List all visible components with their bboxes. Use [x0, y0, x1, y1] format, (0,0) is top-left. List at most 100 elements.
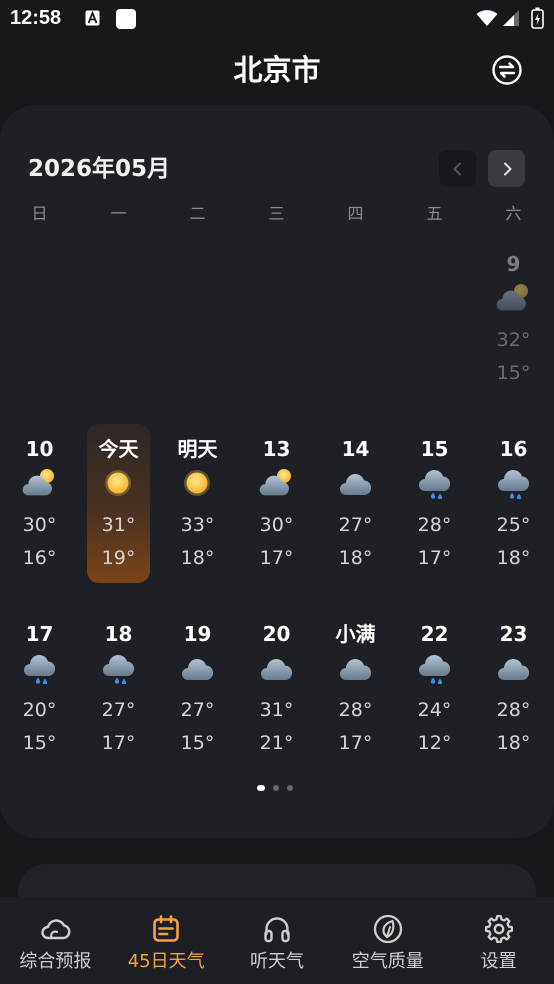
high-temp: 30°: [22, 514, 57, 536]
high-temp: 28°: [496, 699, 531, 721]
low-temp: 19°: [101, 547, 136, 569]
sun-icon: [105, 470, 131, 496]
wifi-icon: [476, 10, 498, 26]
day-cell[interactable]: 15 28° 17°: [395, 424, 474, 609]
day-label: 19: [183, 622, 212, 646]
rain-icon: [419, 654, 451, 684]
low-temp: 18°: [496, 732, 531, 754]
low-temp: 18°: [180, 547, 215, 569]
cloud-icon: [340, 658, 372, 680]
day-cell[interactable]: 14 27° 18°: [316, 424, 395, 609]
rain-icon: [498, 469, 530, 499]
weekday-fri: 五: [426, 204, 443, 223]
next-month-button[interactable]: [488, 150, 525, 187]
rain-icon: [103, 654, 135, 684]
nav-item-45day[interactable]: 45日天气: [111, 897, 222, 984]
bottom-nav: 综合预报 45日天气 听天气 空气质量 设置: [0, 897, 554, 984]
day-cell[interactable]: 19 27° 15°: [158, 609, 237, 794]
low-temp: 17°: [259, 547, 294, 569]
day-cell[interactable]: 16 25° 18°: [474, 424, 553, 609]
weekday-tue: 二: [189, 204, 206, 223]
day-label: 20: [262, 622, 291, 646]
day-cell[interactable]: 22 24° 12°: [395, 609, 474, 794]
high-temp: 31°: [101, 514, 136, 536]
status-bar: 12:58: [0, 0, 554, 38]
calendar-icon: [153, 915, 179, 942]
week-row: 9 32° 15°: [0, 239, 553, 424]
high-temp: 24°: [417, 699, 452, 721]
app-square-icon: [116, 9, 136, 29]
high-temp: 28°: [417, 514, 452, 536]
battery-icon: [531, 7, 544, 29]
gear-icon: [484, 914, 513, 944]
low-temp: 18°: [496, 547, 531, 569]
high-temp: 33°: [180, 514, 215, 536]
page-dot-active: [257, 785, 265, 791]
empty-day-cell: [79, 239, 158, 424]
weekday-sun: 日: [31, 204, 48, 223]
city-title: 北京市: [233, 53, 321, 87]
chevron-left-icon: [453, 162, 461, 175]
cloud-icon: [182, 658, 214, 680]
leaf-icon: [373, 914, 402, 944]
day-cell[interactable]: 明天 33° 18°: [158, 424, 237, 609]
high-temp: 30°: [259, 514, 294, 536]
high-temp: 27°: [338, 514, 373, 536]
high-temp: 28°: [338, 699, 373, 721]
low-temp: 15°: [180, 732, 215, 754]
high-temp: 27°: [180, 699, 215, 721]
day-label: 10: [25, 437, 54, 461]
week-row: 17 20° 15° 18 27° 17° 19 27° 15° 20 31° 21° 小满 28° 17°…: [0, 609, 553, 794]
nav-label: 综合预报: [19, 951, 92, 972]
day-label: 14: [341, 437, 370, 461]
nav-label: 设置: [480, 951, 517, 972]
day-label: 16: [499, 437, 528, 461]
day-label: 17: [25, 622, 54, 646]
switch-city-icon[interactable]: [491, 54, 523, 86]
day-cell-today[interactable]: 今天 31° 19°: [79, 424, 158, 609]
high-temp: 31°: [259, 699, 294, 721]
low-temp: 17°: [417, 547, 452, 569]
week-row: 10 30° 16° 今天 31° 19° 明天 33° 18° 13 30° 17° 14 27° 18°…: [0, 424, 553, 609]
nav-label: 45日天气: [127, 951, 205, 972]
day-label: 23: [499, 622, 528, 646]
day-cell[interactable]: 17 20° 15°: [0, 609, 79, 794]
weekday-header: 日 一 二 三 四 五 六: [0, 203, 553, 225]
page-indicator: [257, 785, 293, 791]
day-label: 22: [420, 622, 449, 646]
cloud-icon: [340, 473, 372, 495]
day-cell[interactable]: 10 30° 16°: [0, 424, 79, 609]
high-temp: 32°: [496, 329, 531, 351]
nav-item-settings[interactable]: 设置: [443, 897, 554, 984]
day-cell[interactable]: 18 27° 17°: [79, 609, 158, 794]
cloud-outline-icon: [41, 919, 71, 940]
rain-icon: [24, 654, 56, 684]
cloud-icon: [261, 658, 293, 680]
sun-icon: [184, 470, 210, 496]
high-temp: 27°: [101, 699, 136, 721]
day-cell[interactable]: 9 32° 15°: [474, 239, 553, 424]
day-cell[interactable]: 小满 28° 17°: [316, 609, 395, 794]
low-temp: 16°: [22, 547, 57, 569]
day-label: 明天: [177, 437, 218, 461]
partly-cloudy-icon: [22, 469, 54, 496]
day-label: 小满: [335, 622, 376, 646]
day-cell[interactable]: 23 28° 18°: [474, 609, 553, 794]
text-a-icon: [85, 10, 100, 26]
empty-day-cell: [0, 239, 79, 424]
nav-item-air-quality[interactable]: 空气质量: [332, 897, 443, 984]
nav-item-listen[interactable]: 听天气: [222, 897, 333, 984]
partly-cloudy-icon: [496, 284, 528, 311]
day-cell[interactable]: 20 31° 21°: [237, 609, 316, 794]
nav-item-forecast[interactable]: 综合预报: [0, 897, 111, 984]
weekday-sat: 六: [505, 204, 522, 223]
empty-day-cell: [316, 239, 395, 424]
nav-label: 听天气: [249, 951, 304, 972]
weekday-wed: 三: [268, 204, 285, 223]
prev-month-button[interactable]: [439, 150, 476, 187]
low-temp: 12°: [417, 732, 452, 754]
chevron-right-icon: [503, 162, 511, 175]
day-cell[interactable]: 13 30° 17°: [237, 424, 316, 609]
partly-cloudy-icon: [259, 469, 291, 496]
day-label: 9: [506, 252, 521, 276]
